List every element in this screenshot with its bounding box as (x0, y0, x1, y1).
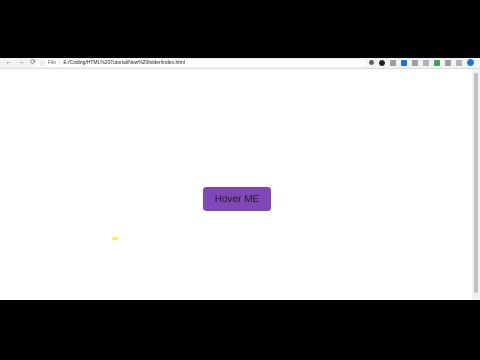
extension-blue-icon[interactable] (401, 59, 407, 66)
scrollbar-thumb[interactable] (474, 73, 478, 293)
extension-grey-icon[interactable] (423, 59, 429, 66)
scheme-label: File (48, 60, 57, 66)
bookmark-star-icon[interactable] (369, 60, 374, 65)
forward-icon[interactable]: → (16, 58, 26, 68)
extensions-bar (369, 59, 474, 66)
profile-avatar-icon[interactable] (467, 59, 474, 66)
extension-grey-icon[interactable] (445, 59, 451, 66)
extension-green-icon[interactable] (434, 59, 440, 66)
info-icon[interactable]: ⓘ (40, 60, 45, 67)
hover-me-button[interactable]: Hover ME (203, 187, 271, 211)
url-text[interactable]: E:/Coding/HTML%20Tutorial/New%20folder/i… (63, 60, 185, 66)
address-bar[interactable]: ⓘ File | E:/Coding/HTML%20Tutorial/New%2… (36, 59, 366, 67)
extension-dark-icon[interactable] (379, 59, 385, 66)
nav-buttons: ← → ⟳ (0, 58, 38, 68)
back-icon[interactable]: ← (4, 58, 14, 68)
vertical-scrollbar[interactable] (472, 69, 480, 300)
extension-grey-icon[interactable] (456, 59, 462, 66)
omnibox-divider: | (59, 60, 61, 66)
page-content: Hover ME (0, 69, 472, 300)
extension-grey-icon[interactable] (390, 59, 396, 66)
extension-grey-icon[interactable] (412, 59, 418, 66)
cursor-highlight-icon (112, 237, 118, 240)
browser-window: ← → ⟳ ⓘ File | E:/Coding/HTML%20Tutorial… (0, 58, 480, 300)
browser-toolbar: ← → ⟳ ⓘ File | E:/Coding/HTML%20Tutorial… (0, 58, 480, 69)
